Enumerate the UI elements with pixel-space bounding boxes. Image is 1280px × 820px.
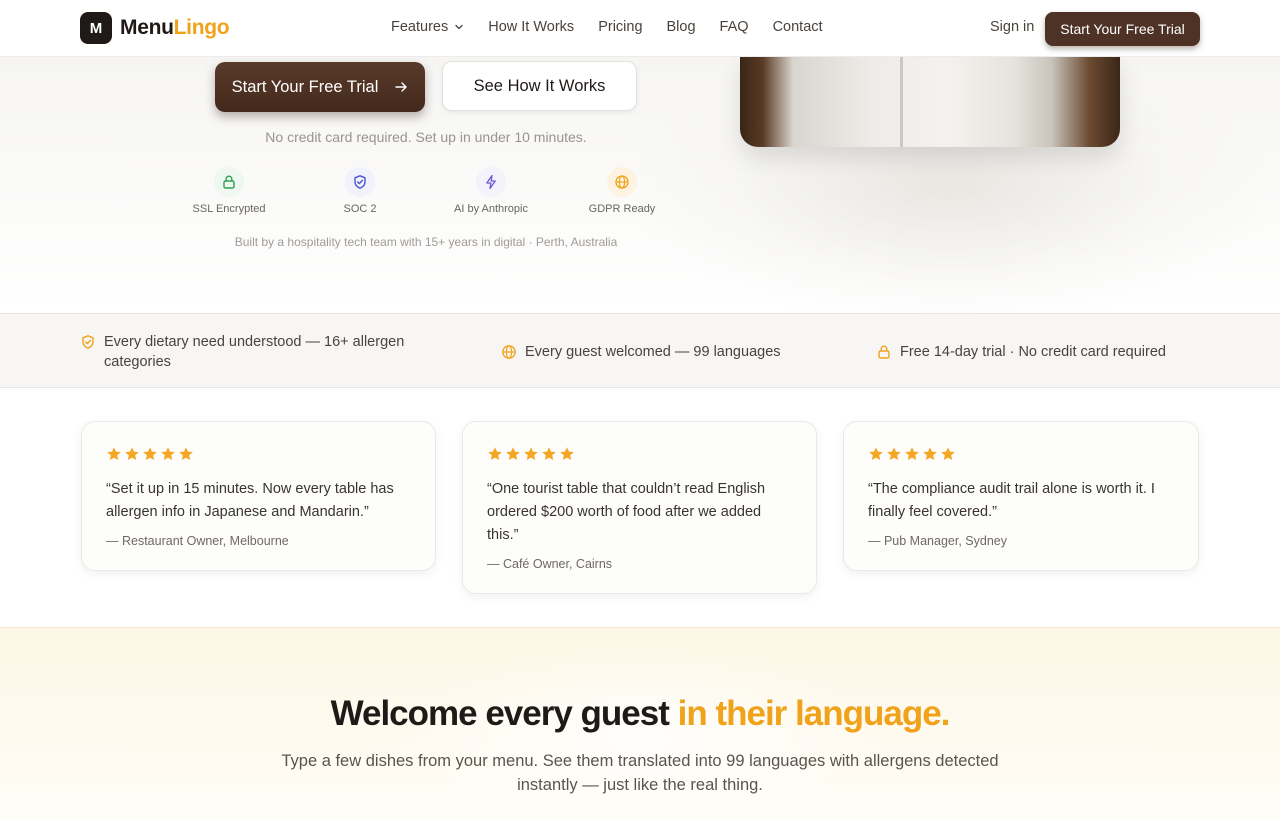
strip-item-languages: Every guest welcomed — 99 languages [501, 342, 781, 362]
star-icon [905, 447, 919, 460]
nav-link-blog[interactable]: Blog [667, 19, 696, 35]
sign-in-link[interactable]: Sign in [990, 19, 1034, 35]
testimonial-card: “One tourist table that couldn’t read En… [462, 421, 817, 594]
strip-text: Every guest welcomed — 99 languages [525, 344, 781, 360]
strip-text-line: Every dietary need understood — 16+ alle… [104, 334, 405, 350]
badge-ssl: SSL Encrypted [169, 167, 289, 215]
star-icon [524, 447, 538, 460]
star-icon [125, 447, 139, 460]
demo-title-main: Welcome every guest [330, 694, 678, 733]
quote-line: this.” [487, 527, 519, 543]
badge-label: SOC 2 [343, 203, 377, 215]
star-icon [941, 447, 955, 460]
strip-item-allergens: Every dietary need understood — 16+ alle… [80, 332, 440, 372]
demo-subtitle-line: instantly — just like the real thing. [517, 776, 763, 794]
testimonial-card: “The compliance audit trail alone is wor… [843, 421, 1199, 571]
star-icon [107, 447, 121, 460]
built-by-note: Built by a hospitality tech team with 15… [234, 235, 618, 249]
testimonial-author: — Café Owner, Cairns [487, 557, 613, 571]
star-icon [488, 447, 502, 460]
globe-icon [607, 167, 637, 197]
star-icon [923, 447, 937, 460]
strip-item-free-trial: Free 14-day trial · No credit card requi… [876, 342, 1166, 362]
hero-section: Start Your Free Trial See How It Works N… [0, 57, 1280, 313]
top-navigation: M MenuLingo Features How It Works Pricin… [0, 0, 1280, 57]
badge-gdpr: GDPR Ready [562, 167, 682, 215]
chevron-down-icon [455, 24, 463, 30]
hero-note: No credit card required. Set up in under… [265, 129, 587, 145]
quote-line: finally feel covered.” [868, 504, 997, 520]
strip-text-line: categories [104, 354, 171, 370]
logo-text-menu: Menu [120, 16, 174, 39]
lightning-icon [476, 167, 506, 197]
logo-text-lingo: Lingo [173, 16, 230, 39]
lock-icon [878, 345, 890, 359]
quote-line: “Set it up in 15 minutes. Now every tabl… [106, 481, 394, 497]
star-icon [143, 447, 157, 460]
badge-label: GDPR Ready [588, 203, 656, 215]
star-rating [106, 446, 411, 464]
star-icon [887, 447, 901, 460]
testimonial-quote: “One tourist table that couldn’t read En… [487, 478, 792, 547]
testimonial-quote: “Set it up in 15 minutes. Now every tabl… [106, 478, 411, 524]
see-how-it-works-button[interactable]: See How It Works [442, 61, 637, 111]
quote-line: ordered $200 worth of food after we adde… [487, 504, 762, 520]
star-rating [868, 446, 1174, 464]
start-free-trial-button[interactable]: Start Your Free Trial [215, 62, 425, 112]
star-rating [487, 446, 792, 464]
strip-text: Every dietary need understood — 16+ alle… [104, 332, 404, 372]
lock-icon [214, 167, 244, 197]
nav-links: Features How It Works Pricing Blog FAQ C… [391, 19, 847, 35]
shield-check-icon [345, 167, 375, 197]
nav-link-faq[interactable]: FAQ [720, 19, 749, 35]
quote-line: “One tourist table that couldn’t read En… [487, 481, 766, 497]
globe-icon [502, 345, 516, 359]
nav-start-trial-button[interactable]: Start Your Free Trial [1045, 12, 1200, 46]
logo-text: MenuLingo [120, 16, 230, 40]
logo[interactable]: M MenuLingo [80, 12, 230, 44]
star-icon [542, 447, 556, 460]
badge-label: SSL Encrypted [192, 203, 266, 215]
arrow-right-icon [395, 82, 408, 92]
demo-subtitle-line: Type a few dishes from your menu. See th… [281, 752, 999, 770]
quote-line: allergen info in Japanese and Mandarin.” [106, 504, 369, 520]
nav-link-how-it-works[interactable]: How It Works [488, 19, 574, 35]
nav-link-contact[interactable]: Contact [773, 19, 823, 35]
testimonial-author: — Pub Manager, Sydney [868, 534, 1007, 548]
shield-check-icon [82, 335, 94, 349]
value-strip: Every dietary need understood — 16+ alle… [0, 313, 1280, 388]
demo-subtitle: Type a few dishes from your menu. See th… [280, 749, 1000, 797]
star-icon [161, 447, 175, 460]
nav-link-pricing[interactable]: Pricing [598, 19, 642, 35]
badge-soc2: SOC 2 [300, 167, 420, 215]
star-icon [869, 447, 883, 460]
logo-mark: M [80, 12, 112, 44]
testimonial-author: — Restaurant Owner, Melbourne [106, 534, 289, 548]
star-icon [179, 447, 193, 460]
star-icon [506, 447, 520, 460]
strip-text: Free 14-day trial · No credit card requi… [900, 344, 1166, 360]
demo-title: Welcome every guest in their language. [0, 694, 1280, 734]
testimonial-quote: “The compliance audit trail alone is wor… [868, 478, 1174, 524]
nav-link-label: Features [391, 19, 449, 35]
translation-demo-section: Welcome every guest in their language. T… [0, 627, 1280, 820]
quote-line: “The compliance audit trail alone is wor… [868, 481, 1155, 497]
testimonial-card: “Set it up in 15 minutes. Now every tabl… [81, 421, 436, 571]
trust-badges: SSL Encrypted SOC 2 AI by Anthropic GDPR… [0, 167, 1280, 217]
start-free-trial-label: Start Your Free Trial [231, 77, 379, 96]
badge-label: AI by Anthropic [454, 203, 528, 215]
nav-link-features[interactable]: Features [391, 19, 464, 35]
star-icon [560, 447, 574, 460]
badge-ai: AI by Anthropic [431, 167, 551, 215]
demo-title-accent: in their language. [677, 694, 951, 733]
